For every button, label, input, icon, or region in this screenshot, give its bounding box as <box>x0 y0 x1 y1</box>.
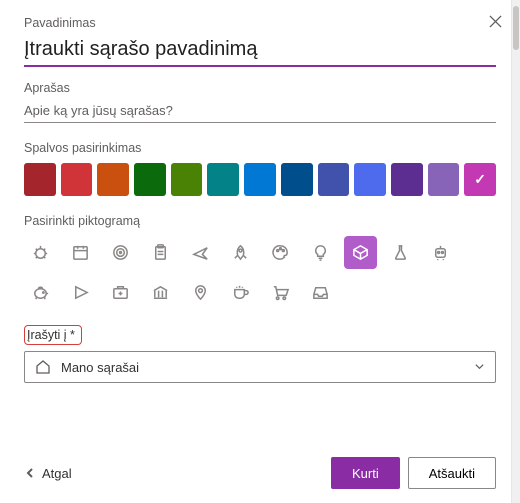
home-icon <box>35 359 51 375</box>
bug-icon[interactable] <box>24 236 57 269</box>
color-swatch-dark-purple[interactable] <box>391 163 423 196</box>
airplane-icon[interactable] <box>184 236 217 269</box>
location-icon[interactable] <box>184 276 217 309</box>
color-swatch-dark-red[interactable] <box>24 163 56 196</box>
calendar-icon[interactable] <box>64 236 97 269</box>
color-swatch-red[interactable] <box>61 163 93 196</box>
scrollbar[interactable] <box>511 0 520 503</box>
first-aid-icon[interactable] <box>104 276 137 309</box>
target-icon[interactable] <box>104 236 137 269</box>
palette-icon[interactable] <box>264 236 297 269</box>
color-swatch-purple[interactable] <box>428 163 460 196</box>
color-section-label: Spalvos pasirinkimas <box>24 141 496 155</box>
flask-icon[interactable] <box>384 236 417 269</box>
piggy-bank-icon[interactable] <box>24 276 57 309</box>
create-button[interactable]: Kurti <box>331 457 400 489</box>
cancel-button[interactable]: Atšaukti <box>408 457 496 489</box>
color-swatch-row <box>24 163 496 196</box>
coffee-icon[interactable] <box>224 276 257 309</box>
color-swatch-dark-green[interactable] <box>134 163 166 196</box>
chevron-down-icon <box>474 360 485 375</box>
close-button[interactable] <box>484 10 506 32</box>
description-label: Aprašas <box>24 81 496 95</box>
color-swatch-orange[interactable] <box>97 163 129 196</box>
color-swatch-cyan[interactable] <box>244 163 276 196</box>
save-location-dropdown[interactable]: Mano sąrašai <box>24 351 496 383</box>
title-input[interactable] <box>24 36 496 67</box>
color-swatch-pink[interactable] <box>464 163 496 196</box>
color-swatch-green[interactable] <box>171 163 203 196</box>
icon-grid <box>24 236 494 309</box>
color-swatch-blue[interactable] <box>281 163 313 196</box>
color-swatch-teal[interactable] <box>207 163 239 196</box>
color-swatch-royal-blue[interactable] <box>318 163 350 196</box>
inbox-icon[interactable] <box>304 276 337 309</box>
description-input[interactable] <box>24 101 496 123</box>
dropdown-selected-text: Mano sąrašai <box>61 360 474 375</box>
clipboard-icon[interactable] <box>144 236 177 269</box>
robot-icon[interactable] <box>424 236 457 269</box>
color-swatch-indigo[interactable] <box>354 163 386 196</box>
cart-icon[interactable] <box>264 276 297 309</box>
cube-icon[interactable] <box>344 236 377 269</box>
title-label: Pavadinimas <box>24 16 496 30</box>
bank-icon[interactable] <box>144 276 177 309</box>
rocket-icon[interactable] <box>224 236 257 269</box>
play-icon[interactable] <box>64 276 97 309</box>
back-label: Atgal <box>42 466 72 481</box>
back-button[interactable]: Atgal <box>24 466 72 481</box>
save-to-label: Įrašyti į * <box>24 325 82 345</box>
lightbulb-icon[interactable] <box>304 236 337 269</box>
icon-section-label: Pasirinkti piktogramą <box>24 214 496 228</box>
